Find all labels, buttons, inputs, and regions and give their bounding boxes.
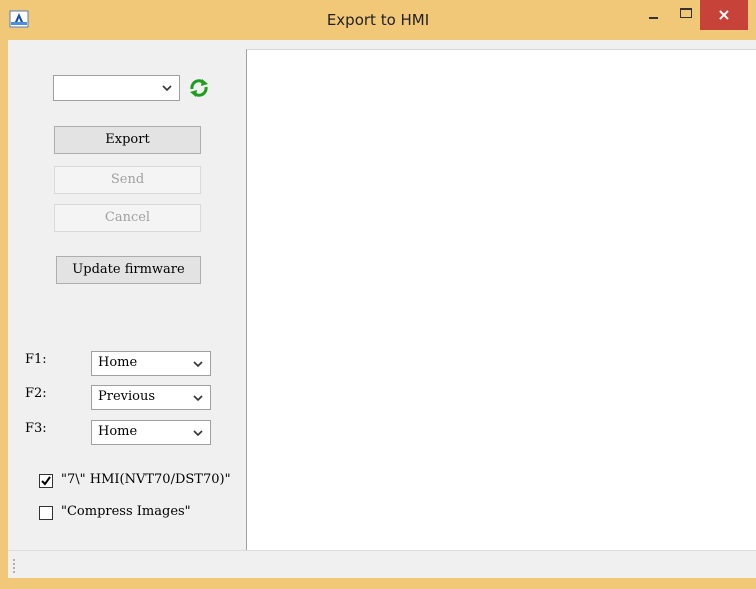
update-firmware-button[interactable]: Update firmware: [56, 256, 201, 284]
hmi-7-inch-label: "7\" HMI(NVT70/DST70)": [61, 472, 231, 487]
chevron-down-icon: [193, 430, 203, 437]
title-bar[interactable]: Export to HMI ×: [0, 0, 756, 40]
f1-label: F1:: [25, 352, 47, 367]
f3-label: F3:: [25, 421, 47, 436]
chevron-down-icon: [193, 361, 203, 368]
f2-select[interactable]: Previous: [91, 385, 211, 410]
checkmark-icon: [41, 476, 51, 486]
f1-select-value: Home: [98, 355, 138, 370]
control-panel: Export Send Cancel Update firmware F1: H…: [8, 40, 246, 550]
refresh-icon[interactable]: [188, 78, 210, 98]
chevron-down-icon: [162, 85, 172, 92]
f3-select-value: Home: [98, 424, 138, 439]
f2-select-value: Previous: [98, 389, 156, 404]
hmi-7-inch-checkbox[interactable]: [39, 474, 53, 488]
minimize-button[interactable]: [640, 0, 668, 30]
export-to-hmi-window: Export to HMI × Export Send Cancel Updat: [0, 0, 756, 589]
maximize-button[interactable]: [672, 0, 700, 30]
cancel-button[interactable]: Cancel: [54, 204, 201, 232]
compress-images-checkbox[interactable]: [39, 506, 53, 520]
f1-select[interactable]: Home: [91, 351, 211, 376]
chevron-down-icon: [193, 395, 203, 402]
close-button[interactable]: ×: [700, 0, 748, 30]
status-bar: [8, 550, 756, 578]
send-button[interactable]: Send: [54, 166, 201, 194]
client-area: Export Send Cancel Update firmware F1: H…: [8, 40, 756, 578]
window-frame-left: [0, 40, 8, 589]
maximize-icon: [680, 8, 692, 18]
status-grip-icon: [13, 559, 15, 573]
minimize-icon: [649, 17, 658, 19]
f2-label: F2:: [25, 386, 47, 401]
compress-images-label: "Compress Images": [61, 504, 191, 519]
close-icon: ×: [717, 5, 731, 24]
output-log-area[interactable]: [246, 49, 756, 550]
device-select[interactable]: [53, 75, 180, 101]
window-frame-bottom: [0, 578, 756, 589]
f3-select[interactable]: Home: [91, 420, 211, 445]
export-button[interactable]: Export: [54, 126, 201, 154]
